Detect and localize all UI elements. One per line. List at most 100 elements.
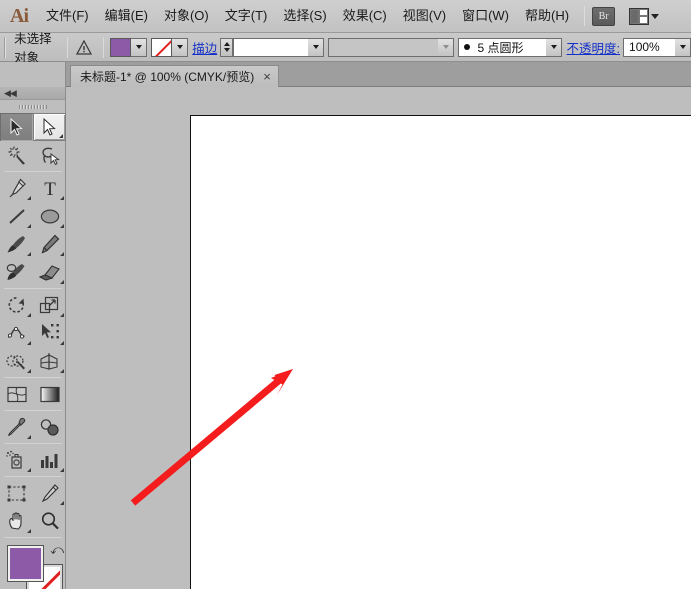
menu-item-view[interactable]: 视图(V) — [395, 6, 454, 26]
divider — [103, 37, 104, 58]
ellipse-tool[interactable] — [33, 202, 66, 230]
illustrator-window: Ai 文件(F) 编辑(E) 对象(O) 文字(T) 选择(S) 效果(C) 视… — [0, 0, 691, 589]
flyout-indicator-icon — [60, 196, 64, 200]
blend-tool[interactable] — [33, 413, 66, 441]
flyout-indicator-icon — [60, 313, 64, 317]
tools-panel-header[interactable]: ◀◀ — [0, 87, 65, 100]
opacity-control[interactable]: 100% — [623, 38, 691, 57]
arrange-documents-icon — [629, 8, 649, 25]
stroke-weight-label[interactable]: 描边 — [192, 38, 217, 57]
stroke-weight-stepper[interactable] — [220, 38, 233, 57]
chevron-down-icon — [651, 14, 659, 19]
scale-tool[interactable] — [33, 291, 66, 319]
document-tab[interactable]: 未标题-1* @ 100% (CMYK/预览) × — [70, 65, 279, 87]
flyout-indicator-icon — [27, 369, 31, 373]
menu-item-file[interactable]: 文件(F) — [38, 6, 97, 26]
magic-wand-tool[interactable] — [0, 141, 33, 169]
brush-definition-control[interactable]: 5 点圆形 — [458, 38, 562, 57]
perspective-grid-tool[interactable] — [33, 347, 66, 375]
stroke-weight-control[interactable] — [220, 38, 324, 57]
type-tool[interactable]: T — [33, 174, 66, 202]
swap-fill-stroke-icon[interactable]: ⤺ — [50, 543, 64, 556]
menu-item-type[interactable]: 文字(T) — [217, 6, 276, 26]
toolbar-fill-swatch[interactable] — [8, 546, 43, 581]
artboard-tool[interactable] — [0, 479, 33, 507]
stroke-control[interactable] — [151, 38, 188, 57]
fill-control[interactable] — [110, 38, 147, 57]
brush-definition-value[interactable]: 5 点圆形 — [458, 38, 546, 57]
control-bar-grip[interactable] — [4, 37, 7, 58]
menu-item-edit[interactable]: 编辑(E) — [97, 6, 156, 26]
flyout-indicator-icon — [27, 435, 31, 439]
gradient-tool[interactable] — [33, 380, 66, 408]
rotate-tool[interactable] — [0, 291, 33, 319]
stroke-weight-input[interactable] — [233, 38, 308, 57]
opacity-input[interactable]: 100% — [623, 38, 675, 57]
flyout-indicator-icon — [60, 252, 64, 256]
brush-preview-icon — [464, 44, 470, 50]
free-transform-tool[interactable] — [33, 319, 66, 347]
document-tab-label: 未标题-1* @ 100% (CMYK/预览) — [80, 68, 254, 85]
arrange-documents-button[interactable] — [629, 8, 659, 25]
stroke-weight-dropdown-button[interactable] — [308, 38, 324, 57]
fill-stroke-controls: ⤺ — [0, 543, 66, 589]
stroke-profile-control[interactable] — [328, 38, 454, 57]
tools-panel-grip[interactable] — [0, 100, 65, 113]
direct-selection-tool[interactable] — [33, 113, 66, 141]
control-bar: 未选择对象 描边 — [0, 33, 691, 62]
flyout-indicator-icon — [27, 224, 31, 228]
opacity-label[interactable]: 不透明度: — [567, 38, 620, 57]
menu-item-select[interactable]: 选择(S) — [275, 6, 334, 26]
tools-divider — [4, 537, 62, 538]
column-graph-tool[interactable] — [33, 446, 66, 474]
menu-divider — [584, 6, 585, 26]
selection-tool[interactable] — [0, 113, 33, 141]
eyedropper-tool[interactable] — [0, 413, 33, 441]
close-icon[interactable]: × — [263, 70, 271, 83]
opacity-dropdown-button[interactable] — [675, 38, 691, 57]
pen-tool[interactable] — [0, 174, 33, 202]
bridge-button[interactable]: Br — [592, 7, 615, 26]
pencil-tool[interactable] — [33, 230, 66, 258]
collapse-panel-icon[interactable]: ◀◀ — [4, 89, 16, 98]
shape-builder-tool[interactable] — [0, 347, 33, 375]
zoom-tool[interactable] — [33, 507, 66, 535]
stroke-profile-dropdown-button[interactable] — [438, 38, 454, 57]
tools-divider — [4, 410, 62, 411]
mesh-tool[interactable] — [0, 380, 33, 408]
slice-tool[interactable] — [33, 479, 66, 507]
brush-dropdown-button[interactable] — [546, 38, 562, 57]
tools-divider — [4, 476, 62, 477]
flyout-indicator-icon — [60, 369, 64, 373]
flyout-indicator-icon — [59, 134, 63, 138]
flyout-indicator-icon — [27, 313, 31, 317]
flyout-indicator-icon — [27, 196, 31, 200]
document-tab-bar: 未标题-1* @ 100% (CMYK/预览) × — [0, 62, 691, 87]
menu-item-object[interactable]: 对象(O) — [156, 6, 217, 26]
flyout-indicator-icon — [60, 280, 64, 284]
canvas-area[interactable] — [66, 87, 691, 589]
hand-tool[interactable] — [0, 507, 33, 535]
eraser-tool[interactable] — [33, 258, 66, 286]
stroke-dropdown-button[interactable] — [172, 38, 188, 57]
lasso-tool[interactable] — [33, 141, 66, 169]
divider — [67, 37, 68, 58]
menu-item-help[interactable]: 帮助(H) — [517, 6, 577, 26]
menu-item-effect[interactable]: 效果(C) — [335, 6, 395, 26]
menu-item-window[interactable]: 窗口(W) — [454, 6, 517, 26]
flyout-indicator-icon — [27, 529, 31, 533]
artboard[interactable] — [190, 115, 691, 589]
fill-swatch[interactable] — [110, 38, 131, 57]
fill-dropdown-button[interactable] — [131, 38, 147, 57]
symbol-sprayer-tool[interactable] — [0, 446, 33, 474]
line-segment-tool[interactable] — [0, 202, 33, 230]
menu-bar: Ai 文件(F) 编辑(E) 对象(O) 文字(T) 选择(S) 效果(C) 视… — [0, 0, 691, 33]
tools-panel: ◀◀ — [0, 87, 66, 589]
flyout-indicator-icon — [27, 252, 31, 256]
blob-brush-tool[interactable] — [0, 258, 33, 286]
warning-triangle-icon[interactable] — [76, 40, 92, 55]
svg-text:T: T — [44, 179, 56, 198]
stroke-swatch[interactable] — [151, 38, 172, 57]
paintbrush-tool[interactable] — [0, 230, 33, 258]
width-tool[interactable] — [0, 319, 33, 347]
